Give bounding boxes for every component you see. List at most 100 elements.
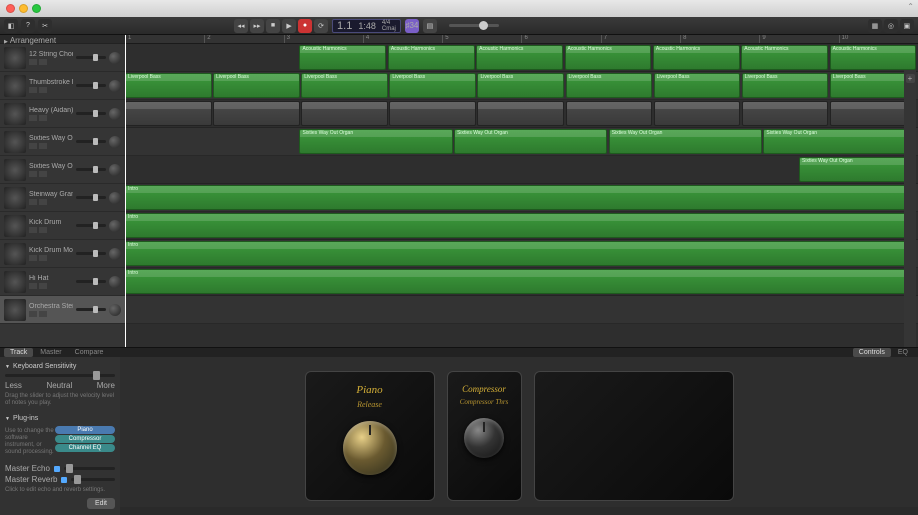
track-header[interactable]: Hi Hat: [0, 268, 125, 296]
plugins-header[interactable]: Plug-ins: [5, 415, 115, 422]
track-pan-knob[interactable]: [109, 220, 121, 232]
track-lane[interactable]: Intro: [125, 268, 918, 296]
playhead[interactable]: [125, 35, 126, 347]
midi-region[interactable]: Sixties Way Out Organ: [454, 129, 607, 154]
track-volume-slider[interactable]: [76, 168, 106, 171]
track-header[interactable]: Thumbstroke Bass: [0, 72, 125, 100]
ruler-mark[interactable]: 8: [680, 35, 759, 43]
mute-button[interactable]: [29, 283, 37, 289]
keyboard-sensitivity-header[interactable]: Keyboard Sensitivity: [5, 363, 115, 370]
track-pan-knob[interactable]: [109, 80, 121, 92]
track-pan-knob[interactable]: [109, 248, 121, 260]
midi-region[interactable]: Liverpool Bass: [125, 73, 212, 98]
audio-region[interactable]: [213, 101, 300, 126]
ruler-mark[interactable]: 10: [839, 35, 918, 43]
keyboard-sensitivity-slider[interactable]: [5, 374, 115, 377]
editors-button[interactable]: ✂: [38, 19, 52, 33]
midi-region[interactable]: Liverpool Bass: [213, 73, 300, 98]
audio-region[interactable]: [742, 101, 829, 126]
tab-master[interactable]: Master: [34, 348, 67, 357]
solo-button[interactable]: [39, 115, 47, 121]
zoom-window-button[interactable]: [32, 4, 41, 13]
track-volume-slider[interactable]: [76, 112, 106, 115]
track-pan-knob[interactable]: [109, 136, 121, 148]
mute-button[interactable]: [29, 227, 37, 233]
track-volume-slider[interactable]: [76, 196, 106, 199]
plugin-channel-eq[interactable]: Channel EQ: [55, 444, 115, 452]
audio-region[interactable]: [566, 101, 653, 126]
loops-button[interactable]: ◎: [884, 19, 898, 33]
midi-region[interactable]: Acoustic Harmonics: [653, 45, 740, 70]
solo-button[interactable]: [39, 87, 47, 93]
midi-region[interactable]: Acoustic Harmonics: [565, 45, 652, 70]
master-reverb-slider[interactable]: [71, 478, 115, 481]
track-lane[interactable]: [125, 296, 918, 324]
midi-region[interactable]: Acoustic Harmonics: [299, 45, 386, 70]
midi-region[interactable]: Liverpool Bass: [654, 73, 741, 98]
track-header[interactable]: Steinway Grand Piano: [0, 184, 125, 212]
midi-region[interactable]: Acoustic Harmonics: [476, 45, 563, 70]
solo-button[interactable]: [39, 199, 47, 205]
piano-release-knob[interactable]: [343, 421, 397, 475]
track-volume-slider[interactable]: [76, 252, 106, 255]
add-track-button[interactable]: +: [906, 74, 915, 83]
library-button[interactable]: ◧: [4, 19, 18, 33]
midi-region[interactable]: Intro: [125, 185, 906, 210]
tab-track[interactable]: Track: [4, 348, 33, 357]
compressor-threshold-knob[interactable]: [464, 418, 504, 458]
midi-region[interactable]: Acoustic Harmonics: [741, 45, 828, 70]
midi-region[interactable]: Acoustic Harmonics: [830, 45, 917, 70]
count-in-button[interactable]: ▤: [423, 19, 437, 33]
track-header[interactable]: Heavy (Aidan): [0, 100, 125, 128]
tab-compare[interactable]: Compare: [69, 348, 110, 357]
record-button[interactable]: ●: [298, 19, 312, 33]
mute-button[interactable]: [29, 59, 37, 65]
master-echo-slider[interactable]: [64, 467, 115, 470]
ruler-mark[interactable]: 7: [601, 35, 680, 43]
lcd-display[interactable]: 1.1 1:48 4/4 Cmaj: [332, 19, 401, 33]
midi-region[interactable]: Liverpool Bass: [389, 73, 476, 98]
arrangement-marker-header[interactable]: ▶ Arrangement: [0, 35, 125, 44]
track-lane[interactable]: Intro: [125, 240, 918, 268]
tab-eq[interactable]: EQ: [892, 348, 914, 357]
mute-button[interactable]: [29, 87, 37, 93]
track-header[interactable]: Orchestra Steinway Piano: [0, 296, 125, 324]
midi-region[interactable]: Sixties Way Out Organ: [799, 157, 916, 182]
track-lane[interactable]: [125, 100, 918, 128]
track-volume-slider[interactable]: [76, 140, 106, 143]
audio-region[interactable]: [125, 101, 212, 126]
solo-button[interactable]: [39, 311, 47, 317]
tab-controls[interactable]: Controls: [853, 348, 891, 357]
ruler-mark[interactable]: 5: [442, 35, 521, 43]
track-volume-slider[interactable]: [76, 56, 106, 59]
midi-region[interactable]: Sixties Way Out Organ: [609, 129, 762, 154]
media-button[interactable]: ▣: [900, 19, 914, 33]
forward-button[interactable]: ▸▸: [250, 19, 264, 33]
track-lane[interactable]: Sixties Way Out OrganSixties Way Out Org…: [125, 128, 918, 156]
midi-region[interactable]: Liverpool Bass: [566, 73, 653, 98]
track-pan-knob[interactable]: [109, 52, 121, 64]
midi-region[interactable]: Sixties Way Out Organ: [299, 129, 452, 154]
master-echo-checkbox[interactable]: [54, 466, 60, 472]
cycle-button[interactable]: ⟳: [314, 19, 328, 33]
master-volume-slider[interactable]: [449, 24, 499, 27]
track-pan-knob[interactable]: [109, 108, 121, 120]
track-header[interactable]: 12 String Chords: [0, 44, 125, 72]
stop-button[interactable]: ■: [266, 19, 280, 33]
audio-region[interactable]: [477, 101, 564, 126]
track-pan-knob[interactable]: [109, 164, 121, 176]
mute-button[interactable]: [29, 199, 37, 205]
midi-region[interactable]: Liverpool Bass: [477, 73, 564, 98]
ruler-mark[interactable]: 4: [363, 35, 442, 43]
audio-region[interactable]: [654, 101, 741, 126]
track-volume-slider[interactable]: [76, 308, 106, 311]
rewind-button[interactable]: ◂◂: [234, 19, 248, 33]
mute-button[interactable]: [29, 255, 37, 261]
track-volume-slider[interactable]: [76, 84, 106, 87]
mute-button[interactable]: [29, 115, 37, 121]
track-lane[interactable]: Intro: [125, 184, 918, 212]
midi-region[interactable]: Liverpool Bass: [301, 73, 388, 98]
solo-button[interactable]: [39, 227, 47, 233]
quick-help-button[interactable]: ?: [21, 19, 35, 33]
solo-button[interactable]: [39, 255, 47, 261]
